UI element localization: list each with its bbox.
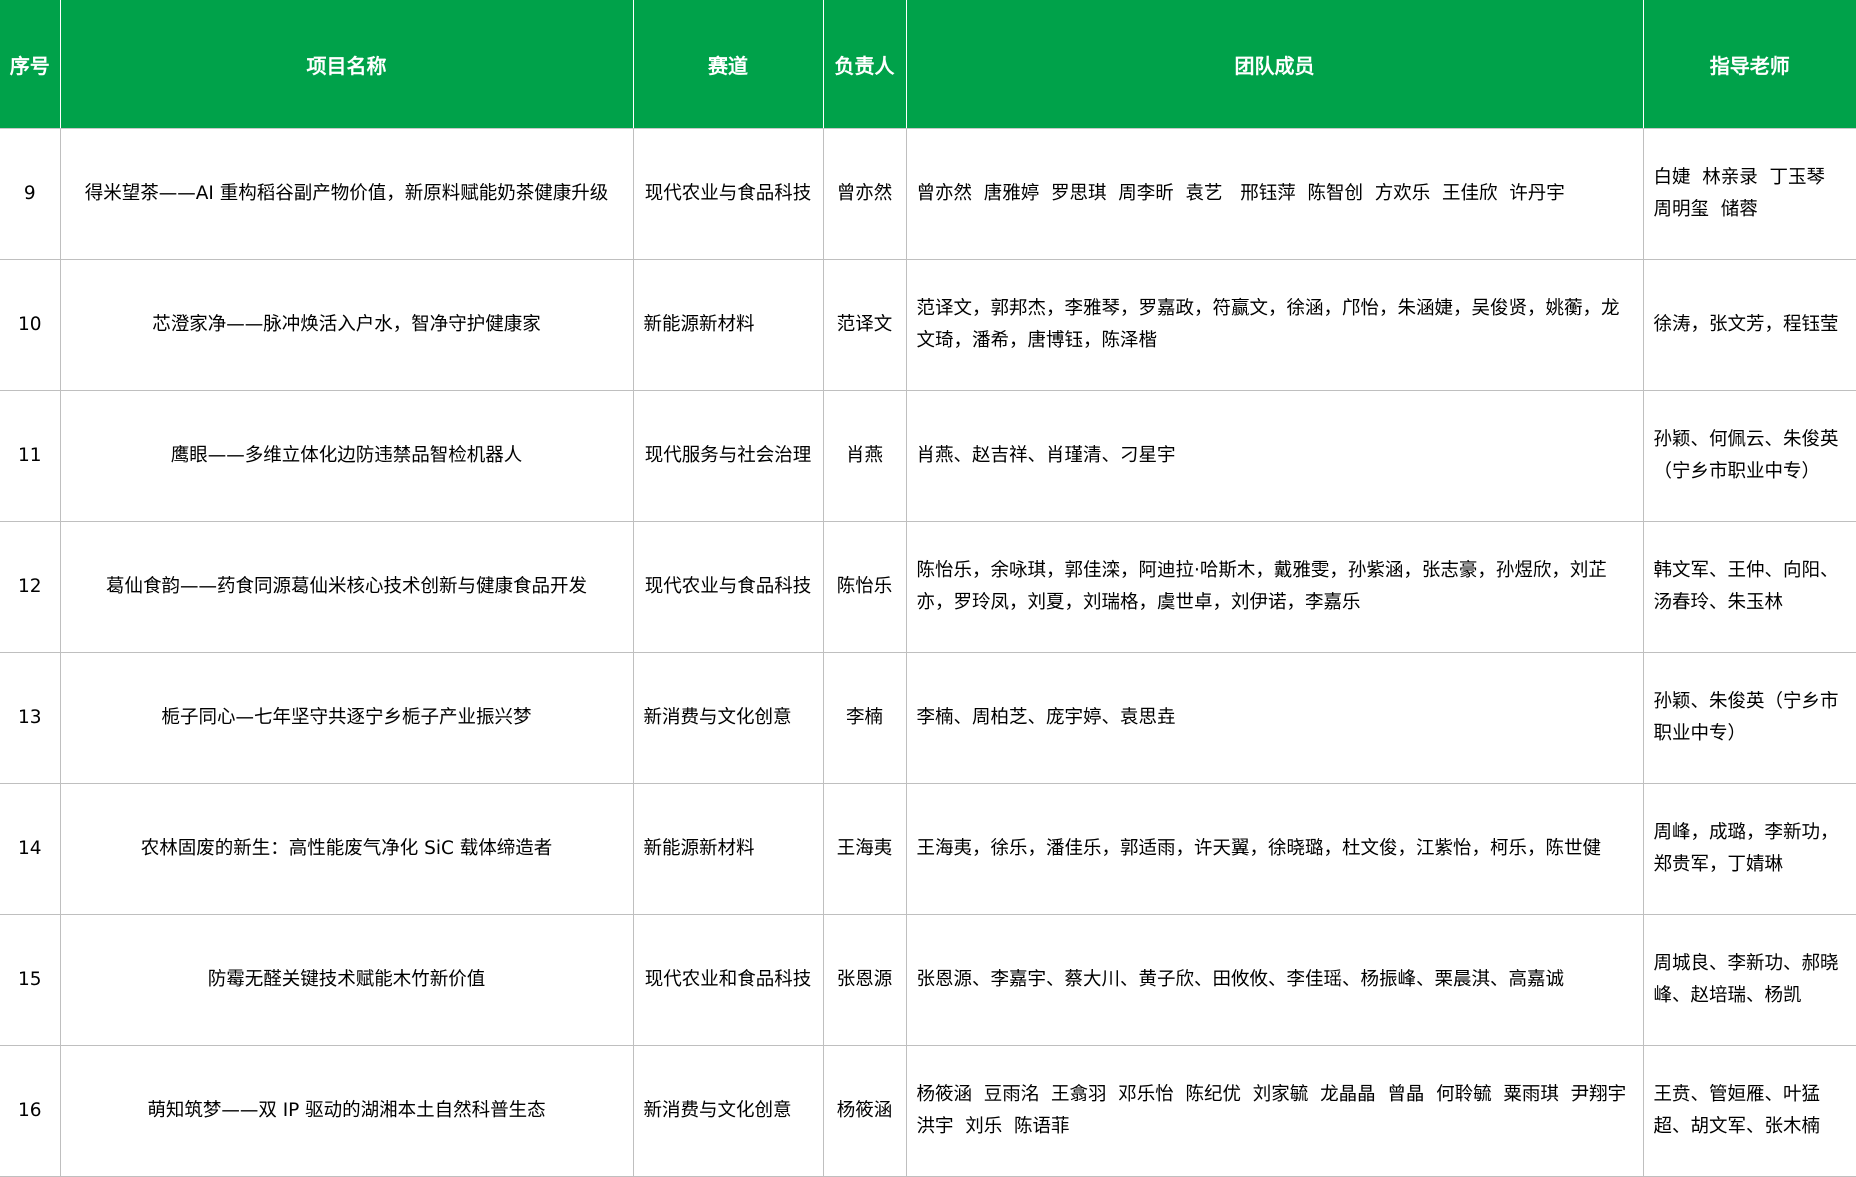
table-row: 10 芯澄家净——脉冲焕活入户水，智净守护健康家 新能源新材料 范译文 范译文，… — [0, 259, 1856, 391]
cell-seq: 13 — [0, 652, 61, 784]
cell-track: 新能源新材料 — [633, 259, 824, 391]
cell-advisor: 周城良、李新功、郝晓峰、赵培瑞、杨凯 — [1643, 914, 1856, 1046]
cell-leader: 杨筱涵 — [823, 1045, 907, 1177]
cell-seq: 16 — [0, 1045, 61, 1177]
table-header-row: 序号 项目名称 赛道 负责人 团队成员 指导老师 — [0, 0, 1856, 129]
cell-seq: 15 — [0, 914, 61, 1046]
cell-advisor: 韩文军、王仲、向阳、汤春玲、朱玉林 — [1643, 521, 1856, 653]
cell-project-name: 得米望茶——AI 重构稻谷副产物价值，新原料赋能奶茶健康升级 — [60, 128, 634, 260]
cell-team-members: 曾亦然 唐雅婷 罗思琪 周李昕 袁艺 邢钰萍 陈智创 方欢乐 王佳欣 许丹宇 — [906, 128, 1644, 260]
table-row: 13 栀子同心—七年坚守共逐宁乡栀子产业振兴梦 新消费与文化创意 李楠 李楠、周… — [0, 652, 1856, 784]
cell-project-name: 葛仙食韵——药食同源葛仙米核心技术创新与健康食品开发 — [60, 521, 634, 653]
cell-team-members: 李楠、周柏芝、庞宇婷、袁思垚 — [906, 652, 1644, 784]
cell-seq: 10 — [0, 259, 61, 391]
table-row: 15 防霉无醛关键技术赋能木竹新价值 现代农业和食品科技 张恩源 张恩源、李嘉宇… — [0, 914, 1856, 1046]
cell-track: 新能源新材料 — [633, 783, 824, 915]
project-table: 序号 项目名称 赛道 负责人 团队成员 指导老师 9 得米望茶——AI 重构稻谷… — [0, 0, 1856, 1177]
table-row: 9 得米望茶——AI 重构稻谷副产物价值，新原料赋能奶茶健康升级 现代农业与食品… — [0, 128, 1856, 260]
cell-seq: 12 — [0, 521, 61, 653]
cell-leader: 张恩源 — [823, 914, 907, 1046]
cell-leader: 肖燕 — [823, 390, 907, 522]
header-seq: 序号 — [0, 0, 61, 129]
cell-advisor: 徐涛，张文芳，程钰莹 — [1643, 259, 1856, 391]
cell-leader: 陈怡乐 — [823, 521, 907, 653]
cell-team-members: 范译文，郭邦杰，李雅琴，罗嘉政，符赢文，徐涵，邝怡，朱涵婕，吴俊贤，姚蘅，龙文琦… — [906, 259, 1644, 391]
cell-project-name: 农林固废的新生：高性能废气净化 SiC 载体缔造者 — [60, 783, 634, 915]
cell-advisor: 王贲、管姮雁、叶猛超、胡文军、张木楠 — [1643, 1045, 1856, 1177]
cell-advisor: 孙颖、朱俊英（宁乡市职业中专） — [1643, 652, 1856, 784]
cell-project-name: 鹰眼——多维立体化边防违禁品智检机器人 — [60, 390, 634, 522]
cell-leader: 王海夷 — [823, 783, 907, 915]
table-row: 11 鹰眼——多维立体化边防违禁品智检机器人 现代服务与社会治理 肖燕 肖燕、赵… — [0, 390, 1856, 522]
cell-advisor: 周峰，成璐，李新功，郑贵军，丁婧琳 — [1643, 783, 1856, 915]
header-leader: 负责人 — [823, 0, 907, 129]
cell-leader: 李楠 — [823, 652, 907, 784]
cell-seq: 14 — [0, 783, 61, 915]
header-team-members: 团队成员 — [906, 0, 1644, 129]
cell-project-name: 芯澄家净——脉冲焕活入户水，智净守护健康家 — [60, 259, 634, 391]
cell-team-members: 张恩源、李嘉宇、蔡大川、黄子欣、田攸攸、李佳瑶、杨振峰、栗晨淇、高嘉诚 — [906, 914, 1644, 1046]
cell-track: 现代农业和食品科技 — [633, 914, 824, 1046]
header-project-name: 项目名称 — [60, 0, 634, 129]
cell-project-name: 防霉无醛关键技术赋能木竹新价值 — [60, 914, 634, 1046]
header-advisor: 指导老师 — [1643, 0, 1856, 129]
cell-track: 现代农业与食品科技 — [633, 521, 824, 653]
cell-track: 新消费与文化创意 — [633, 1045, 824, 1177]
cell-advisor: 白婕 林亲录 丁玉琴 周明玺 储蓉 — [1643, 128, 1856, 260]
cell-advisor: 孙颖、何佩云、朱俊英（宁乡市职业中专） — [1643, 390, 1856, 522]
cell-track: 新消费与文化创意 — [633, 652, 824, 784]
table-row: 12 葛仙食韵——药食同源葛仙米核心技术创新与健康食品开发 现代农业与食品科技 … — [0, 521, 1856, 653]
cell-project-name: 萌知筑梦——双 IP 驱动的湖湘本土自然科普生态 — [60, 1045, 634, 1177]
cell-leader: 范译文 — [823, 259, 907, 391]
cell-project-name: 栀子同心—七年坚守共逐宁乡栀子产业振兴梦 — [60, 652, 634, 784]
table-row: 14 农林固废的新生：高性能废气净化 SiC 载体缔造者 新能源新材料 王海夷 … — [0, 783, 1856, 915]
cell-leader: 曾亦然 — [823, 128, 907, 260]
cell-team-members: 陈怡乐，余咏琪，郭佳滦，阿迪拉·哈斯木，戴雅雯，孙紫涵，张志豪，孙煜欣，刘芷亦，… — [906, 521, 1644, 653]
header-track: 赛道 — [633, 0, 824, 129]
cell-team-members: 肖燕、赵吉祥、肖瑾清、刁星宇 — [906, 390, 1644, 522]
cell-seq: 9 — [0, 128, 61, 260]
cell-team-members: 杨筱涵 豆雨洺 王翕羽 邓乐怡 陈纪优 刘家毓 龙晶晶 曾晶 何聆毓 粟雨琪 尹… — [906, 1045, 1644, 1177]
cell-team-members: 王海夷，徐乐，潘佳乐，郭适雨，许天翼，徐晓璐，杜文俊，江紫怡，柯乐，陈世健 — [906, 783, 1644, 915]
cell-track: 现代服务与社会治理 — [633, 390, 824, 522]
table-row: 16 萌知筑梦——双 IP 驱动的湖湘本土自然科普生态 新消费与文化创意 杨筱涵… — [0, 1045, 1856, 1177]
cell-track: 现代农业与食品科技 — [633, 128, 824, 260]
cell-seq: 11 — [0, 390, 61, 522]
